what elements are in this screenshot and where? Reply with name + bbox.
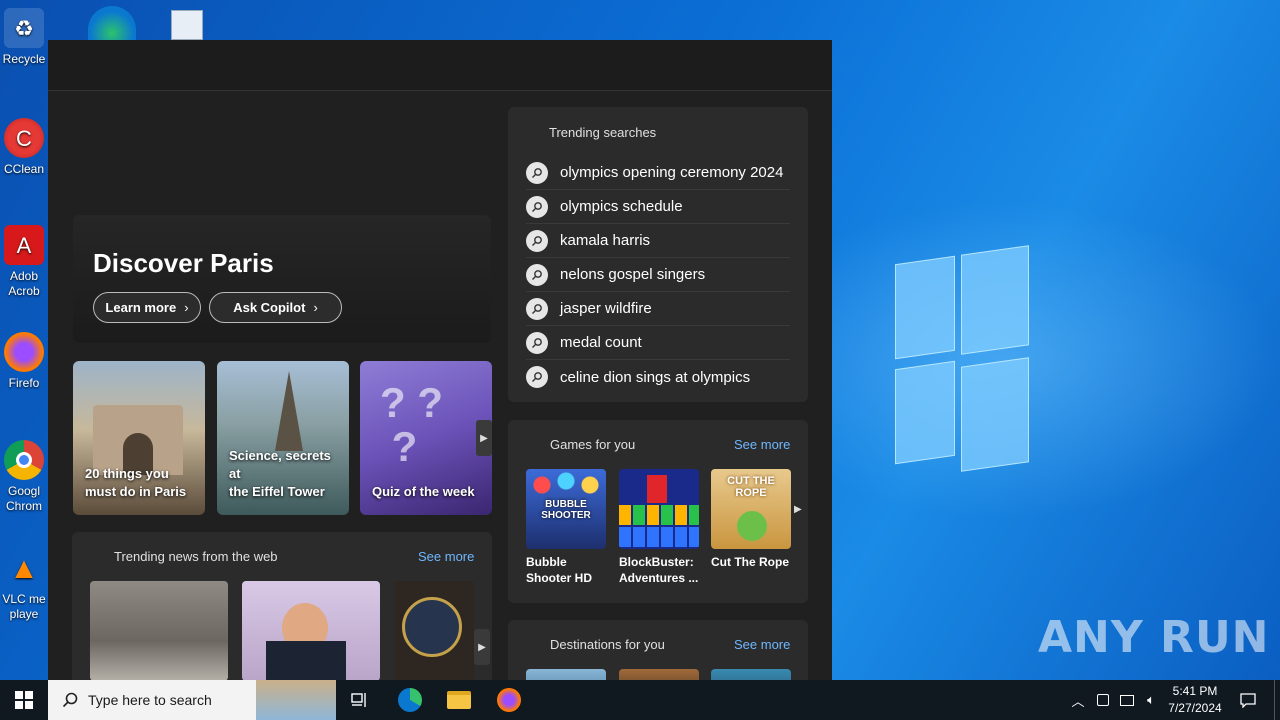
news-thumbnail-2[interactable] <box>242 581 380 680</box>
desktop-icon-ccleaner[interactable]: C CClean <box>0 118 48 177</box>
trending-search-item[interactable]: olympics schedule <box>526 190 790 224</box>
game-cut-the-rope[interactable]: CUT THE ROPE Cut The Rope <box>711 469 791 570</box>
task-view-button[interactable] <box>336 680 384 720</box>
chevron-right-icon: › <box>313 300 318 315</box>
games-next-arrow[interactable]: ▶ <box>794 504 802 515</box>
firefox-icon <box>4 332 44 372</box>
flyout-header <box>48 40 832 91</box>
trending-news-panel: Trending news from the web See more ▶ <box>72 532 492 680</box>
clock-time: 5:41 PM <box>1172 684 1218 698</box>
game-bubble-shooter[interactable]: BUBBLE SHOOTER Bubble Shooter HD <box>526 469 606 586</box>
tiles-next-arrow[interactable]: ▶ <box>476 420 492 456</box>
show-desktop-button[interactable] <box>1274 680 1280 720</box>
desktop-icon-chrome[interactable]: Googl Chrom <box>0 440 48 514</box>
start-button[interactable] <box>0 680 48 720</box>
tile-things-to-do-paris[interactable]: 20 things you must do in Paris <box>73 361 205 515</box>
trending-searches-panel: Trending searches olympics opening cerem… <box>508 107 808 402</box>
trending-news-title: Trending news from the web <box>114 549 278 564</box>
chevron-right-icon: › <box>184 300 189 315</box>
destinations-panel: Destinations for you See more <box>508 620 808 680</box>
taskbar-search-box[interactable]: Type here to search <box>48 680 336 720</box>
taskbar-firefox[interactable] <box>485 680 533 720</box>
tray-device-icon <box>1097 694 1109 706</box>
notification-icon <box>1240 693 1256 708</box>
show-hidden-icons-button[interactable]: ︿ <box>1066 680 1090 720</box>
desktop-icon-firefox[interactable]: Firefo <box>0 332 48 391</box>
search-icon <box>62 692 78 708</box>
taskbar-clock[interactable]: 5:41 PM 7/27/2024 <box>1160 683 1230 717</box>
news-next-arrow[interactable]: ▶ <box>474 629 490 665</box>
trending-search-item[interactable]: kamala harris <box>526 224 790 258</box>
chevron-up-icon: ︿ <box>1071 693 1085 709</box>
tray-network-vm-icon[interactable] <box>1092 680 1114 720</box>
learn-more-button[interactable]: Learn more › <box>93 292 201 323</box>
taskbar-file-explorer[interactable] <box>435 680 483 720</box>
anyrun-watermark: ANY RUN <box>1038 612 1270 663</box>
search-highlight-image <box>256 680 336 720</box>
destinations-title: Destinations for you <box>550 637 665 652</box>
desktop-icon-recycle-bin[interactable]: ♻ Recycle <box>0 8 48 67</box>
edge-desktop-icon-partial[interactable] <box>88 6 136 40</box>
clock-date: 7/27/2024 <box>1168 701 1222 715</box>
blockbuster-art <box>619 469 699 549</box>
game-blockbuster[interactable]: BlockBuster: Adventures ... <box>619 469 699 586</box>
destinations-see-more-link[interactable]: See more <box>734 637 790 652</box>
hero-title: Discover Paris <box>93 248 274 278</box>
news-thumbnail-1[interactable] <box>90 581 228 680</box>
trending-search-item[interactable]: jasper wildfire <box>526 292 790 326</box>
tray-volume-button[interactable]: 🔈︎ <box>1140 680 1162 720</box>
folder-icon <box>447 691 471 709</box>
chrome-icon <box>4 440 44 480</box>
adobe-acrobat-icon: A <box>4 225 44 265</box>
destination-thumbnail-2[interactable] <box>619 669 699 680</box>
search-icon <box>526 263 548 286</box>
news-thumbnail-3[interactable] <box>394 581 474 680</box>
eiffel-tower-image <box>275 371 303 451</box>
games-title: Games for you <box>550 437 636 452</box>
firefox-icon <box>497 688 521 712</box>
ccleaner-icon: C <box>4 118 44 158</box>
tray-network-button[interactable] <box>1116 680 1138 720</box>
network-icon <box>1120 694 1134 706</box>
trending-search-item[interactable]: nelons gospel singers <box>526 258 790 292</box>
tile-eiffel-tower[interactable]: Science, secrets at the Eiffel Tower <box>217 361 349 515</box>
desktop-icon-acrobat[interactable]: A Adob Acrob <box>0 225 48 299</box>
tile-quiz-of-the-week[interactable]: ? ? ? Quiz of the week <box>360 361 492 515</box>
search-icon <box>526 161 548 184</box>
recycle-bin-icon: ♻ <box>4 8 44 48</box>
games-see-more-link[interactable]: See more <box>734 437 790 452</box>
destination-thumbnail-3[interactable] <box>711 669 791 680</box>
hero-card-discover-paris[interactable]: Discover Paris Learn more › Ask Copilot … <box>73 215 491 343</box>
search-icon <box>526 297 548 320</box>
search-icon <box>526 366 548 388</box>
trending-search-item[interactable]: celine dion sings at olympics <box>526 360 790 394</box>
desktop-light-glow <box>820 200 1280 520</box>
windows-logo-wallpaper <box>895 240 1030 480</box>
search-icon <box>526 229 548 252</box>
vlc-icon: ▲ <box>9 551 39 585</box>
bubble-shooter-art: BUBBLE SHOOTER <box>526 469 606 549</box>
windows-start-icon <box>15 691 33 709</box>
cut-the-rope-art: CUT THE ROPE <box>711 469 791 549</box>
destination-thumbnail-1[interactable] <box>526 669 606 680</box>
file-desktop-icon-partial[interactable] <box>171 10 203 40</box>
taskbar: Type here to search ︿ 🔈︎ 5:41 PM 7/27/20… <box>0 680 1280 720</box>
taskbar-edge[interactable] <box>386 680 434 720</box>
search-icon <box>526 195 548 218</box>
search-flyout: Discover Paris Learn more › Ask Copilot … <box>48 40 832 680</box>
question-marks-image: ? ? ? <box>380 379 443 470</box>
games-panel: Games for you See more BUBBLE SHOOTER Bu… <box>508 420 808 603</box>
action-center-button[interactable] <box>1234 680 1262 720</box>
edge-icon <box>398 688 422 712</box>
trending-searches-title: Trending searches <box>549 125 657 140</box>
ask-copilot-button[interactable]: Ask Copilot › <box>209 292 342 323</box>
task-view-icon <box>351 693 366 707</box>
trending-search-item[interactable]: olympics opening ceremony 2024 <box>526 156 790 190</box>
speaker-icon: 🔈︎ <box>1147 692 1155 707</box>
news-see-more-link[interactable]: See more <box>418 549 474 564</box>
desktop-icon-vlc[interactable]: ▲ VLC me playe <box>0 548 48 622</box>
search-icon <box>526 331 548 354</box>
search-placeholder: Type here to search <box>88 692 212 708</box>
trending-search-item[interactable]: medal count <box>526 326 790 360</box>
